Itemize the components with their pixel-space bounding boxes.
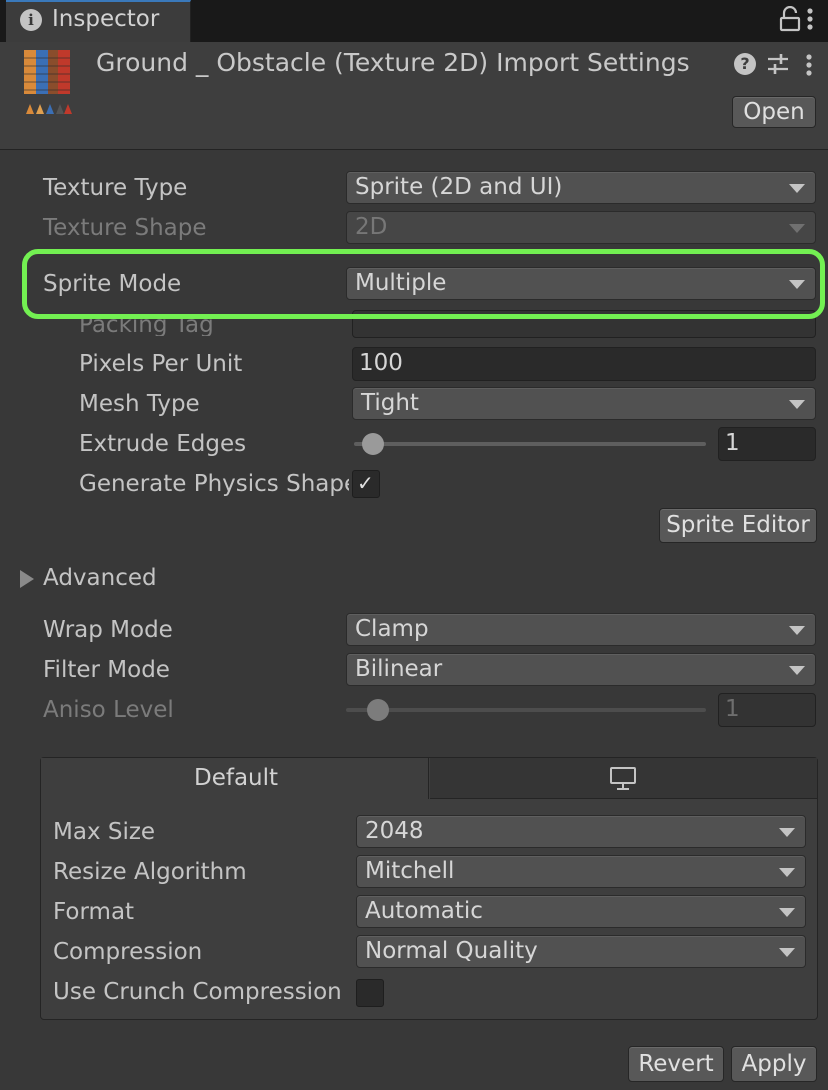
chevron-down-icon bbox=[779, 908, 795, 917]
pixels-per-unit-input[interactable]: 100 bbox=[352, 347, 816, 381]
highlight-annotation bbox=[22, 249, 825, 319]
mesh-type-dropdown[interactable]: Tight bbox=[352, 387, 816, 420]
wrap-mode-dropdown[interactable]: Clamp bbox=[346, 613, 816, 646]
monitor-icon bbox=[610, 767, 636, 790]
help-icon[interactable]: ? bbox=[734, 53, 756, 75]
wrap-mode-label: Wrap Mode bbox=[43, 617, 173, 643]
aniso-level-slider-handle bbox=[367, 699, 389, 721]
aniso-level-input: 1 bbox=[718, 693, 816, 727]
advanced-foldout[interactable]: Advanced bbox=[43, 565, 157, 591]
texture-shape-dropdown: 2D bbox=[346, 211, 816, 244]
extrude-edges-input[interactable]: 1 bbox=[718, 427, 816, 461]
chevron-down-icon bbox=[789, 400, 805, 409]
format-label: Format bbox=[53, 899, 135, 925]
dropdown-value: 2D bbox=[355, 214, 388, 240]
aniso-level-label: Aniso Level bbox=[43, 697, 174, 723]
dropdown-value: Clamp bbox=[355, 616, 429, 642]
input-value: 100 bbox=[359, 350, 403, 376]
open-button[interactable]: Open bbox=[732, 96, 816, 128]
dropdown-value: Automatic bbox=[365, 898, 483, 924]
dropdown-value: Tight bbox=[361, 390, 419, 416]
info-icon: i bbox=[20, 9, 42, 31]
foldout-arrow-icon[interactable] bbox=[20, 570, 34, 588]
chevron-down-icon bbox=[779, 828, 795, 837]
compression-label: Compression bbox=[53, 939, 203, 965]
chevron-down-icon bbox=[789, 626, 805, 635]
filter-mode-label: Filter Mode bbox=[43, 657, 170, 683]
max-size-label: Max Size bbox=[53, 819, 156, 845]
extrude-edges-slider-handle[interactable] bbox=[362, 433, 384, 455]
tab-default-label: Default bbox=[194, 765, 279, 791]
generate-physics-shape-label: Generate Physics Shape bbox=[79, 471, 349, 497]
revert-button[interactable]: Revert bbox=[628, 1046, 724, 1082]
format-dropdown[interactable]: Automatic bbox=[356, 895, 806, 928]
apply-button[interactable]: Apply bbox=[731, 1046, 817, 1082]
chevron-down-icon bbox=[779, 948, 795, 957]
use-crunch-compression-checkbox[interactable] bbox=[356, 979, 384, 1007]
compression-dropdown[interactable]: Normal Quality bbox=[356, 935, 806, 968]
lock-icon[interactable] bbox=[779, 6, 801, 32]
preset-icon[interactable] bbox=[767, 52, 789, 76]
filter-mode-dropdown[interactable]: Bilinear bbox=[346, 653, 816, 686]
dropdown-value: 2048 bbox=[365, 818, 424, 844]
resize-algorithm-label: Resize Algorithm bbox=[53, 859, 247, 885]
generate-physics-shape-checkbox[interactable]: ✓ bbox=[352, 470, 380, 498]
checkmark-icon: ✓ bbox=[357, 471, 374, 495]
chevron-down-icon bbox=[789, 666, 805, 675]
aniso-level-slider-track bbox=[346, 708, 706, 712]
texture-thumbnail-icon bbox=[24, 50, 72, 114]
extrude-edges-slider-track[interactable] bbox=[354, 442, 706, 446]
kebab-menu-icon[interactable] bbox=[804, 52, 814, 78]
kebab-menu-icon[interactable] bbox=[805, 6, 815, 32]
sprite-editor-button[interactable]: Sprite Editor bbox=[659, 508, 817, 543]
tab-label: Inspector bbox=[52, 6, 160, 32]
texture-type-dropdown[interactable]: Sprite (2D and UI) bbox=[346, 171, 816, 204]
chevron-down-icon bbox=[789, 224, 805, 233]
texture-type-label: Texture Type bbox=[43, 175, 188, 201]
input-value: 1 bbox=[725, 430, 740, 456]
dropdown-value: Bilinear bbox=[355, 656, 443, 682]
texture-shape-label: Texture Shape bbox=[43, 215, 207, 241]
use-crunch-compression-label: Use Crunch Compression bbox=[53, 979, 342, 1005]
dropdown-value: Mitchell bbox=[365, 858, 455, 884]
mesh-type-label: Mesh Type bbox=[79, 391, 200, 417]
extrude-edges-label: Extrude Edges bbox=[79, 431, 247, 457]
max-size-dropdown[interactable]: 2048 bbox=[356, 815, 806, 848]
page-title: Ground _ Obstacle (Texture 2D) Import Se… bbox=[96, 48, 690, 77]
chevron-down-icon bbox=[779, 868, 795, 877]
pixels-per-unit-label: Pixels Per Unit bbox=[79, 351, 243, 377]
resize-algorithm-dropdown[interactable]: Mitchell bbox=[356, 855, 806, 888]
dropdown-value: Sprite (2D and UI) bbox=[355, 174, 563, 200]
chevron-down-icon bbox=[789, 184, 805, 193]
dropdown-value: Normal Quality bbox=[365, 938, 538, 964]
input-value: 1 bbox=[725, 696, 740, 722]
